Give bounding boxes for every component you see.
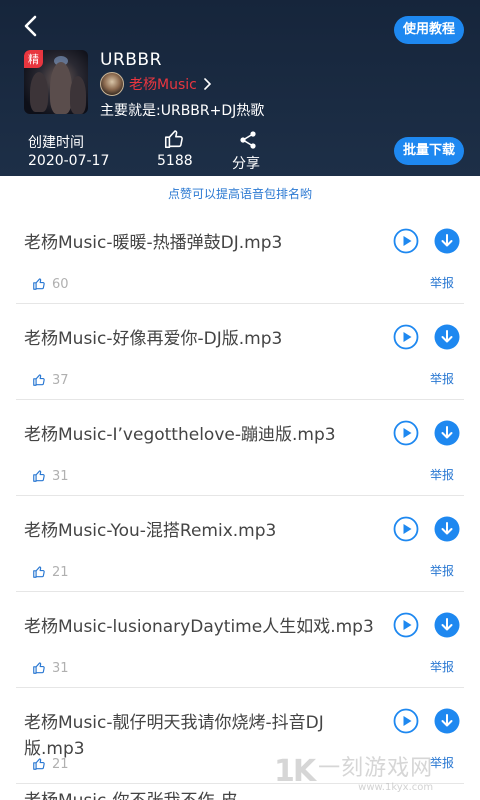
watermark-logo: 1K: [274, 753, 316, 789]
track-like-count: 21: [52, 564, 69, 580]
batch-download-button[interactable]: 批量下载: [393, 137, 464, 165]
track-name: 老杨Music-You-混搭Remix.mp3: [24, 521, 277, 541]
playlist-cover: 精: [24, 50, 88, 114]
partial-list-item: 老杨Music-你不张我不作-皮...: [24, 786, 254, 800]
author-name: 老杨Music: [129, 77, 197, 93]
download-icon[interactable]: [434, 420, 460, 446]
list-item[interactable]: 老杨Music-暖暖-热播弹鼓DJ.mp3 60 举报: [16, 208, 464, 304]
cover-figure: [30, 72, 48, 112]
play-icon[interactable]: [393, 228, 419, 254]
site-watermark: 1K 一刻游戏网 www.1kyx.com: [274, 748, 474, 794]
avatar: [100, 72, 124, 96]
share-label[interactable]: 分享: [232, 153, 260, 173]
report-link[interactable]: 举报: [430, 370, 454, 387]
track-like-button[interactable]: 37: [32, 371, 69, 389]
chevron-right-icon: [204, 78, 211, 90]
play-icon[interactable]: [393, 708, 419, 734]
play-icon[interactable]: [393, 612, 419, 638]
created-date: 2020-07-17: [28, 153, 110, 169]
playlist-description: 主要就是:URBBR+DJ热歌: [100, 103, 265, 119]
playlist-header: 使用教程 精 URBBR 老杨Music 主要就是:URBBR+DJ热歌 创建时…: [0, 0, 480, 176]
track-like-button[interactable]: 21: [32, 755, 69, 773]
track-name: 老杨Music-好像再爱你-DJ版.mp3: [24, 329, 283, 349]
list-item[interactable]: 老杨Music-好像再爱你-DJ版.mp3 37 举报: [16, 304, 464, 400]
report-link[interactable]: 举报: [430, 274, 454, 291]
report-link[interactable]: 举报: [430, 562, 454, 579]
thumbs-up-icon: [33, 278, 45, 290]
thumbs-up-icon: [33, 566, 45, 578]
track-list: 老杨Music-暖暖-热播弹鼓DJ.mp3 60 举报 老杨Music-好像再爱…: [16, 208, 464, 784]
cover-figure: [70, 76, 86, 114]
share-icon[interactable]: [238, 130, 258, 150]
back-arrow-icon[interactable]: [18, 12, 46, 40]
track-name: 老杨Music-I’vegotthelove-蹦迪版.mp3: [24, 425, 336, 445]
download-icon[interactable]: [434, 228, 460, 254]
track-like-button[interactable]: 31: [32, 467, 69, 485]
thumbs-up-icon: [33, 374, 45, 386]
track-like-count: 60: [52, 276, 69, 292]
report-link[interactable]: 举报: [430, 466, 454, 483]
created-label: 创建时间: [28, 135, 84, 151]
thumbs-up-icon[interactable]: [163, 128, 185, 150]
track-name: 老杨Music-lusionaryDaytime人生如戏.mp3: [24, 617, 374, 637]
track-like-count: 21: [52, 756, 69, 772]
thumbs-up-icon: [33, 758, 45, 770]
track-like-button[interactable]: 31: [32, 659, 69, 677]
list-item[interactable]: 老杨Music-lusionaryDaytime人生如戏.mp3 31 举报: [16, 592, 464, 688]
featured-badge: 精: [24, 50, 43, 68]
cover-figure: [50, 62, 72, 114]
thumbs-up-icon: [33, 470, 45, 482]
track-name: 老杨Music-暖暖-热播弹鼓DJ.mp3: [24, 233, 283, 253]
track-like-count: 31: [52, 660, 69, 676]
download-icon[interactable]: [434, 708, 460, 734]
list-item[interactable]: 老杨Music-I’vegotthelove-蹦迪版.mp3 31 举报: [16, 400, 464, 496]
thumbs-up-icon: [33, 662, 45, 674]
report-link[interactable]: 举报: [430, 658, 454, 675]
track-like-button[interactable]: 21: [32, 563, 69, 581]
track-like-button[interactable]: 60: [32, 275, 69, 293]
play-icon[interactable]: [393, 420, 419, 446]
download-icon[interactable]: [434, 612, 460, 638]
download-icon[interactable]: [434, 516, 460, 542]
tutorial-button[interactable]: 使用教程: [393, 16, 464, 44]
play-icon[interactable]: [393, 516, 419, 542]
play-icon[interactable]: [393, 324, 419, 350]
track-like-count: 31: [52, 468, 69, 484]
author-link[interactable]: 老杨Music: [100, 72, 211, 96]
watermark-url: www.1kyx.com: [358, 781, 434, 793]
list-item[interactable]: 老杨Music-You-混搭Remix.mp3 21 举报: [16, 496, 464, 592]
playlist-title: URBBR: [100, 50, 162, 70]
track-like-count: 37: [52, 372, 69, 388]
like-hint: 点赞可以提高语音包排名哟: [167, 187, 312, 201]
download-icon[interactable]: [434, 324, 460, 350]
likes-count: 5188: [157, 153, 193, 169]
watermark-text: 一刻游戏网: [318, 755, 434, 781]
